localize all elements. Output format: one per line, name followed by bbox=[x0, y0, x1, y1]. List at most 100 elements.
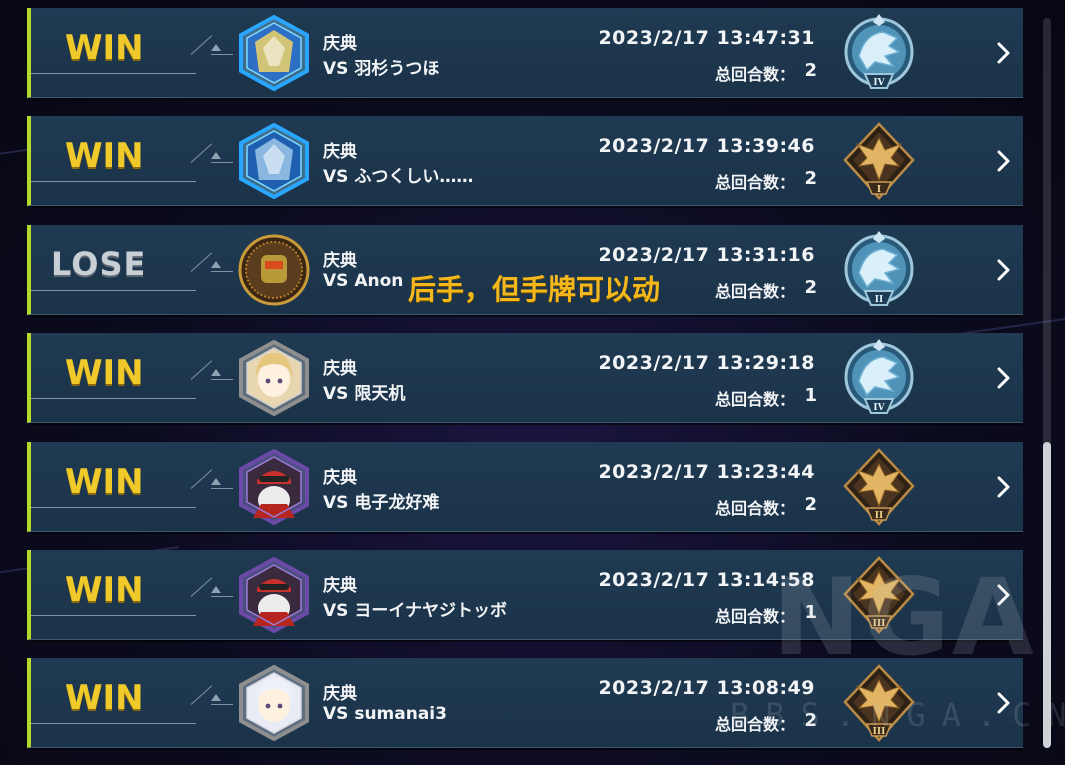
triangle-marker-icon bbox=[211, 694, 221, 702]
svg-text:III: III bbox=[873, 727, 886, 737]
match-datetime: 2023/2/17 13:39:46 bbox=[598, 135, 815, 158]
match-row[interactable]: WIN 庆典 VS sumanai3 2023/2/17 13:08:49 总回… bbox=[27, 658, 1023, 751]
divider-line bbox=[31, 181, 196, 183]
divider-line bbox=[190, 577, 213, 597]
triangle-marker-icon bbox=[211, 260, 221, 268]
turns-label: 总回合数： bbox=[714, 65, 795, 84]
turns-value: 2 bbox=[804, 168, 817, 190]
chevron-right-icon[interactable] bbox=[995, 690, 1013, 716]
chevron-right-icon[interactable] bbox=[995, 257, 1013, 283]
svg-text:II: II bbox=[875, 511, 883, 521]
result-label: WIN bbox=[65, 353, 144, 394]
rank-platinum-II-icon: II bbox=[839, 229, 919, 311]
chevron-right-icon[interactable] bbox=[995, 148, 1013, 174]
match-mode: 庆典 bbox=[323, 684, 357, 705]
triangle-marker-icon bbox=[211, 152, 221, 160]
dragon-card-avatar bbox=[235, 122, 313, 200]
turns-label: 总回合数： bbox=[714, 498, 795, 518]
turns-value: 2 bbox=[804, 710, 817, 732]
match-row[interactable]: WIN 庆典 VS ヨーイナヤジトッボ 2023/2/17 13:14:58 总… bbox=[27, 550, 1023, 642]
divider-line bbox=[190, 143, 213, 164]
opponent-name: VS ヨーイナヤジトッボ bbox=[323, 601, 507, 621]
turns-label: 总回合数： bbox=[714, 390, 795, 410]
triangle-marker-icon bbox=[211, 586, 221, 593]
match-datetime: 2023/2/17 13:23:44 bbox=[598, 460, 815, 483]
svg-text:I: I bbox=[877, 185, 881, 195]
opponent-name: VS 羽杉うつほ bbox=[323, 59, 440, 79]
rank-gold-II-icon: II bbox=[839, 446, 919, 528]
turns-label: 总回合数： bbox=[714, 607, 795, 626]
divider-line bbox=[211, 487, 233, 489]
robot-emblem-avatar bbox=[235, 231, 313, 309]
turns-label: 总回合数： bbox=[714, 281, 795, 301]
overlay-annotation: 后手，但手牌可以动 bbox=[408, 273, 661, 306]
chevron-right-icon[interactable] bbox=[995, 365, 1013, 391]
match-mode: 庆典 bbox=[323, 250, 357, 271]
divider-line bbox=[190, 35, 213, 55]
blonde-girl-avatar bbox=[235, 339, 313, 417]
divider-line bbox=[190, 252, 213, 272]
rank-gold-III-icon: III bbox=[839, 662, 919, 744]
rank-gold-I-icon: I bbox=[839, 120, 919, 202]
svg-text:III: III bbox=[873, 619, 886, 629]
result-label: WIN bbox=[65, 678, 144, 719]
divider-line bbox=[31, 615, 196, 616]
scrollbar-thumb[interactable] bbox=[1043, 442, 1051, 748]
divider-line bbox=[190, 468, 213, 489]
turns-label: 总回合数： bbox=[714, 715, 795, 735]
chevron-right-icon[interactable] bbox=[995, 474, 1013, 500]
divider-line bbox=[211, 162, 233, 164]
match-datetime: 2023/2/17 13:47:31 bbox=[598, 27, 815, 49]
divider-line bbox=[31, 73, 196, 74]
divider-line bbox=[31, 723, 196, 725]
match-datetime: 2023/2/17 13:31:16 bbox=[598, 243, 815, 266]
match-row[interactable]: WIN 庆典 VS 电子龙好难 2023/2/17 13:23:44 总回合数：… bbox=[27, 441, 1023, 534]
opponent-name: VS Anon bbox=[323, 270, 404, 291]
result-label: WIN bbox=[65, 28, 144, 68]
match-row[interactable]: WIN 庆典 VS 限天机 2023/2/17 13:29:18 总回合数： 1 bbox=[27, 333, 1023, 426]
match-mode: 庆典 bbox=[323, 467, 357, 488]
match-datetime: 2023/2/17 13:29:18 bbox=[598, 352, 815, 375]
divider-line bbox=[190, 360, 213, 381]
svg-text:IV: IV bbox=[873, 403, 885, 413]
rank-gold-III-icon: III bbox=[839, 554, 919, 636]
opponent-name: VS 限天机 bbox=[323, 384, 406, 405]
divider-line bbox=[211, 270, 233, 272]
red-cap-duelist-avatar bbox=[235, 448, 313, 526]
match-mode: 庆典 bbox=[323, 359, 357, 380]
divider-line bbox=[190, 685, 213, 706]
divider-line bbox=[211, 704, 233, 706]
turns-value: 2 bbox=[804, 493, 817, 515]
triangle-marker-icon bbox=[211, 369, 221, 377]
match-row[interactable]: WIN 庆典 VS 羽杉うつほ 2023/2/17 13:47:31 总回合数：… bbox=[27, 8, 1023, 100]
svg-text:IV: IV bbox=[873, 78, 885, 88]
divider-line bbox=[31, 289, 196, 291]
result-label: WIN bbox=[65, 461, 144, 502]
chevron-right-icon[interactable] bbox=[995, 582, 1013, 608]
turns-value: 2 bbox=[804, 60, 817, 81]
divider-line bbox=[31, 506, 196, 508]
match-datetime: 2023/2/17 13:14:58 bbox=[598, 569, 815, 591]
turns-value: 2 bbox=[804, 276, 817, 298]
red-cap-duelist-avatar bbox=[235, 556, 313, 634]
chevron-right-icon[interactable] bbox=[995, 40, 1013, 66]
match-datetime: 2023/2/17 13:08:49 bbox=[598, 677, 815, 700]
divider-line bbox=[211, 596, 233, 597]
turns-value: 1 bbox=[804, 602, 817, 623]
scrollbar-track[interactable] bbox=[1043, 18, 1051, 748]
turns-label: 总回合数： bbox=[714, 173, 795, 193]
triangle-marker-icon bbox=[211, 477, 221, 485]
opponent-name: VS ふつくしい…… bbox=[323, 167, 474, 188]
rank-platinum-IV-icon: IV bbox=[839, 12, 919, 94]
match-row[interactable]: WIN 庆典 VS ふつくしい…… 2023/2/17 13:39:46 总回合… bbox=[27, 116, 1023, 209]
triangle-marker-icon bbox=[211, 44, 221, 51]
divider-line bbox=[211, 379, 233, 381]
rank-platinum-IV-icon: IV bbox=[839, 337, 919, 419]
opponent-name: VS sumanai3 bbox=[323, 704, 447, 725]
opponent-name: VS 电子龙好难 bbox=[323, 492, 440, 513]
match-mode: 庆典 bbox=[323, 576, 357, 596]
divider-line bbox=[31, 398, 196, 400]
mecha-card-avatar bbox=[235, 14, 313, 92]
match-mode: 庆典 bbox=[323, 142, 357, 163]
turns-value: 1 bbox=[804, 385, 817, 407]
